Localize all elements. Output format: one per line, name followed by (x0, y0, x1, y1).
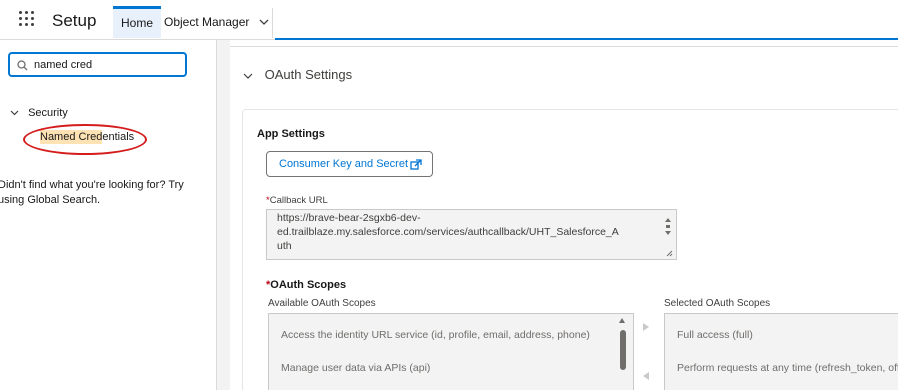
app-launcher-icon[interactable] (19, 11, 35, 27)
available-scopes-label: Available OAuth Scopes (268, 298, 376, 309)
consumer-key-secret-label: Consumer Key and Secret (279, 158, 409, 170)
main-divider (230, 46, 898, 47)
setup-header: Setup Home Object Manager (0, 0, 898, 40)
oauth-scopes-heading: *OAuth Scopes (266, 279, 346, 291)
chevron-down-icon (243, 73, 253, 79)
not-found-hint: Didn't find what you're looking for? Try… (0, 179, 184, 206)
scrollbar-thumb[interactable] (620, 330, 626, 370)
tab-divider (272, 8, 273, 38)
list-item[interactable]: Manage user data via APIs (api) (281, 362, 430, 374)
resize-handle-icon[interactable] (666, 250, 673, 257)
callback-url-label: *Callback URL (266, 195, 328, 206)
quick-find-input[interactable] (34, 57, 182, 73)
oauth-scopes-title-text: OAuth Scopes (270, 279, 347, 291)
content-gutter (217, 40, 230, 390)
chevron-down-icon (259, 19, 269, 26)
oauth-settings-section-toggle[interactable]: OAuth Settings (243, 67, 352, 82)
tab-underline (275, 38, 898, 40)
quick-find-search[interactable] (8, 52, 187, 77)
consumer-key-secret-button[interactable]: Consumer Key and Secret (266, 151, 433, 177)
available-scopes-list[interactable]: Access the identity URL service (id, pro… (268, 313, 634, 390)
external-link-icon (410, 159, 422, 170)
chevron-down-icon (10, 110, 19, 116)
setup-sidebar (0, 40, 216, 390)
tree-item-label-rest: entials (102, 131, 135, 143)
callback-url-label-text: Callback URL (269, 195, 328, 206)
list-item[interactable]: Full access (full) (677, 329, 753, 341)
app-settings-heading: App Settings (257, 128, 325, 140)
callback-url-textarea[interactable]: https://brave-bear-2sgxb6-dev- ed.trailb… (266, 209, 677, 260)
section-title: OAuth Settings (264, 67, 353, 82)
tab-object-manager-label: Object Manager (164, 15, 250, 29)
selected-scopes-list[interactable]: Full access (full) Perform requests at a… (664, 313, 898, 390)
search-icon (17, 60, 28, 71)
callback-url-value: https://brave-bear-2sgxb6-dev- ed.trailb… (277, 212, 619, 252)
app-title: Setup (52, 11, 97, 30)
move-right-icon[interactable] (643, 323, 649, 331)
list-item[interactable]: Access the identity URL service (id, pro… (281, 329, 590, 341)
tab-object-manager[interactable]: Object Manager (160, 6, 269, 38)
tree-group-label: Security (28, 107, 68, 119)
tab-home[interactable]: Home (113, 6, 162, 38)
list-item[interactable]: Perform requests at any time (refresh_to… (677, 362, 898, 374)
move-left-icon[interactable] (643, 372, 649, 380)
scroll-arrows-icon[interactable] (664, 216, 672, 238)
scroll-up-icon[interactable] (619, 318, 625, 323)
tree-group-security[interactable]: Security (10, 107, 68, 119)
selected-scopes-label: Selected OAuth Scopes (664, 298, 771, 309)
search-match-highlight: Named Cred (40, 130, 103, 144)
tree-item-named-credentials[interactable]: Named Credentials (40, 130, 135, 144)
